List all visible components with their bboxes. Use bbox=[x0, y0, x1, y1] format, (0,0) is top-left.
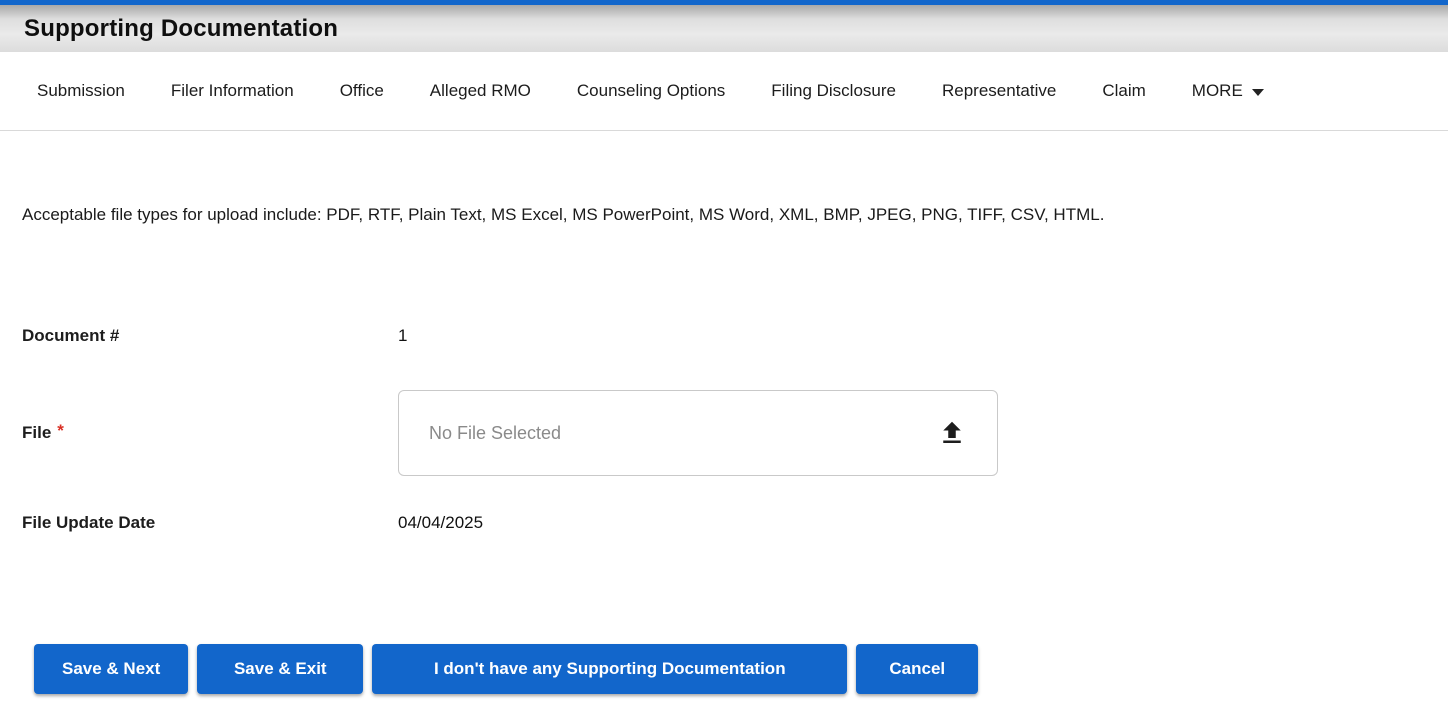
tab-representative[interactable]: Representative bbox=[942, 81, 1056, 101]
tab-filing-disclosure[interactable]: Filing Disclosure bbox=[771, 81, 896, 101]
file-label: File * bbox=[22, 423, 398, 443]
required-asterisk: * bbox=[57, 421, 64, 440]
tab-office-label: Office bbox=[340, 81, 384, 101]
file-upload-input[interactable]: No File Selected bbox=[398, 390, 998, 476]
form-content: Acceptable file types for upload include… bbox=[0, 203, 1448, 694]
action-button-row: Save & Next Save & Exit I don't have any… bbox=[34, 644, 1426, 694]
tab-claim-label: Claim bbox=[1102, 81, 1145, 101]
tab-more-label: MORE bbox=[1192, 81, 1243, 101]
document-number-label: Document # bbox=[22, 326, 398, 346]
tab-counseling-options-label: Counseling Options bbox=[577, 81, 725, 101]
file-update-date-row: File Update Date 04/04/2025 bbox=[22, 513, 1426, 533]
cancel-button[interactable]: Cancel bbox=[856, 644, 978, 694]
tab-filer-information[interactable]: Filer Information bbox=[171, 81, 294, 101]
page-title: Supporting Documentation bbox=[24, 15, 338, 43]
file-row: File * No File Selected bbox=[22, 390, 1426, 476]
chevron-down-icon bbox=[1252, 89, 1264, 96]
tab-more[interactable]: MORE bbox=[1192, 81, 1264, 101]
document-number-value: 1 bbox=[398, 326, 407, 346]
file-upload-placeholder: No File Selected bbox=[429, 423, 561, 444]
tab-filer-information-label: Filer Information bbox=[171, 81, 294, 101]
file-label-text: File bbox=[22, 423, 51, 442]
tab-submission[interactable]: Submission bbox=[37, 81, 125, 101]
document-number-row: Document # 1 bbox=[22, 326, 1426, 346]
save-exit-button[interactable]: Save & Exit bbox=[197, 644, 363, 694]
tab-claim[interactable]: Claim bbox=[1102, 81, 1145, 101]
save-next-button[interactable]: Save & Next bbox=[34, 644, 188, 694]
tab-alleged-rmo[interactable]: Alleged RMO bbox=[430, 81, 531, 101]
acceptable-file-types-text: Acceptable file types for upload include… bbox=[22, 203, 1426, 227]
tab-representative-label: Representative bbox=[942, 81, 1056, 101]
upload-icon[interactable] bbox=[937, 418, 967, 448]
tab-counseling-options[interactable]: Counseling Options bbox=[577, 81, 725, 101]
file-update-date-value: 04/04/2025 bbox=[398, 513, 483, 533]
no-supporting-documentation-button[interactable]: I don't have any Supporting Documentatio… bbox=[372, 644, 847, 694]
supporting-documentation-page: Supporting Documentation Submission File… bbox=[0, 0, 1448, 722]
tab-submission-label: Submission bbox=[37, 81, 125, 101]
section-tab-bar: Submission Filer Information Office Alle… bbox=[0, 52, 1448, 131]
file-update-date-label: File Update Date bbox=[22, 513, 398, 533]
tab-filing-disclosure-label: Filing Disclosure bbox=[771, 81, 896, 101]
tab-alleged-rmo-label: Alleged RMO bbox=[430, 81, 531, 101]
page-header: Supporting Documentation bbox=[0, 5, 1448, 52]
tab-office[interactable]: Office bbox=[340, 81, 384, 101]
